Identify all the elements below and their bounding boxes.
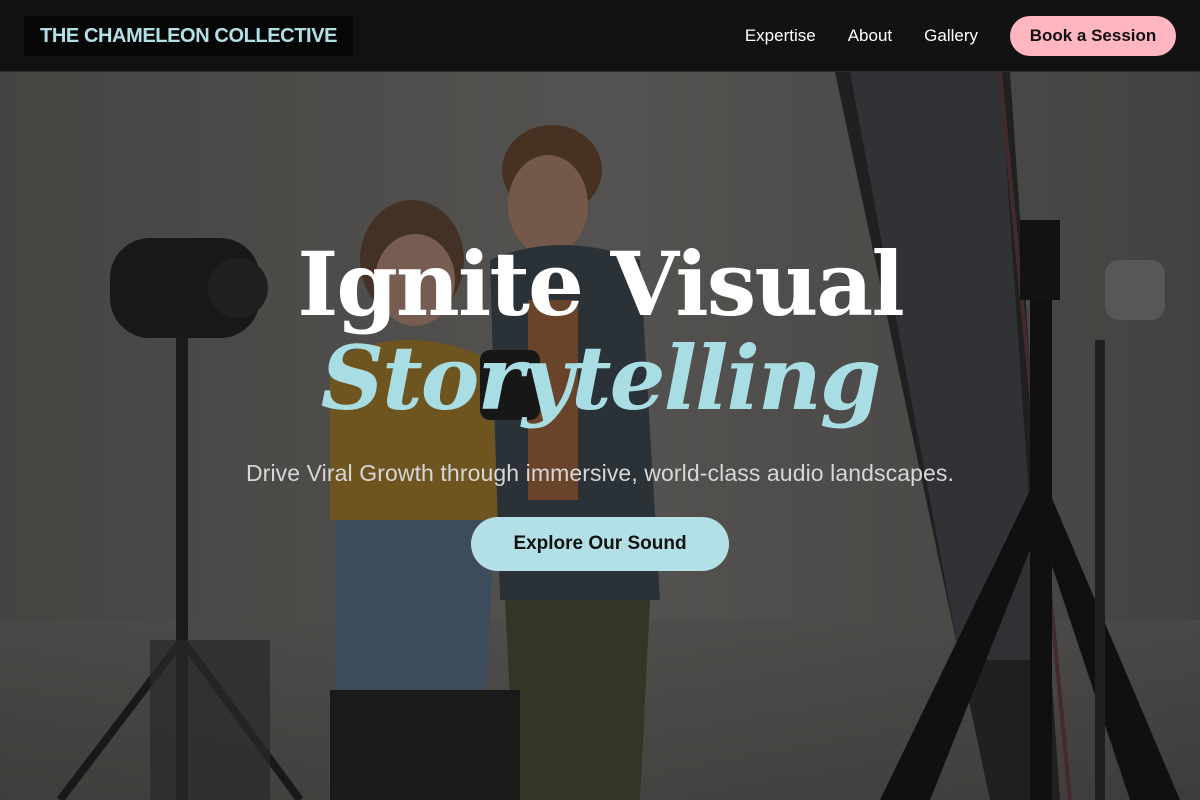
nav-links: Expertise About Gallery — [745, 0, 978, 72]
hero-section: Ignite Visual Storytelling Drive Viral G… — [0, 240, 1200, 571]
nav-link-gallery[interactable]: Gallery — [924, 26, 978, 46]
top-navbar: THE CHAMELEON COLLECTIVE Expertise About… — [0, 0, 1200, 72]
landing-page: THE CHAMELEON COLLECTIVE Expertise About… — [0, 0, 1200, 800]
hero-title: Ignite Visual Storytelling — [0, 240, 1200, 442]
hero-title-line-2: Storytelling — [320, 326, 882, 430]
hero-subtitle: Drive Viral Growth through immersive, wo… — [245, 460, 955, 486]
brand-logo[interactable]: THE CHAMELEON COLLECTIVE — [24, 16, 354, 56]
book-session-button[interactable]: Book a Session — [1010, 16, 1176, 56]
nav-link-expertise[interactable]: Expertise — [745, 26, 816, 46]
explore-sound-button[interactable]: Explore Our Sound — [471, 517, 729, 571]
nav-link-about[interactable]: About — [848, 26, 892, 46]
hero-title-line-1: Ignite Visual — [297, 232, 905, 336]
